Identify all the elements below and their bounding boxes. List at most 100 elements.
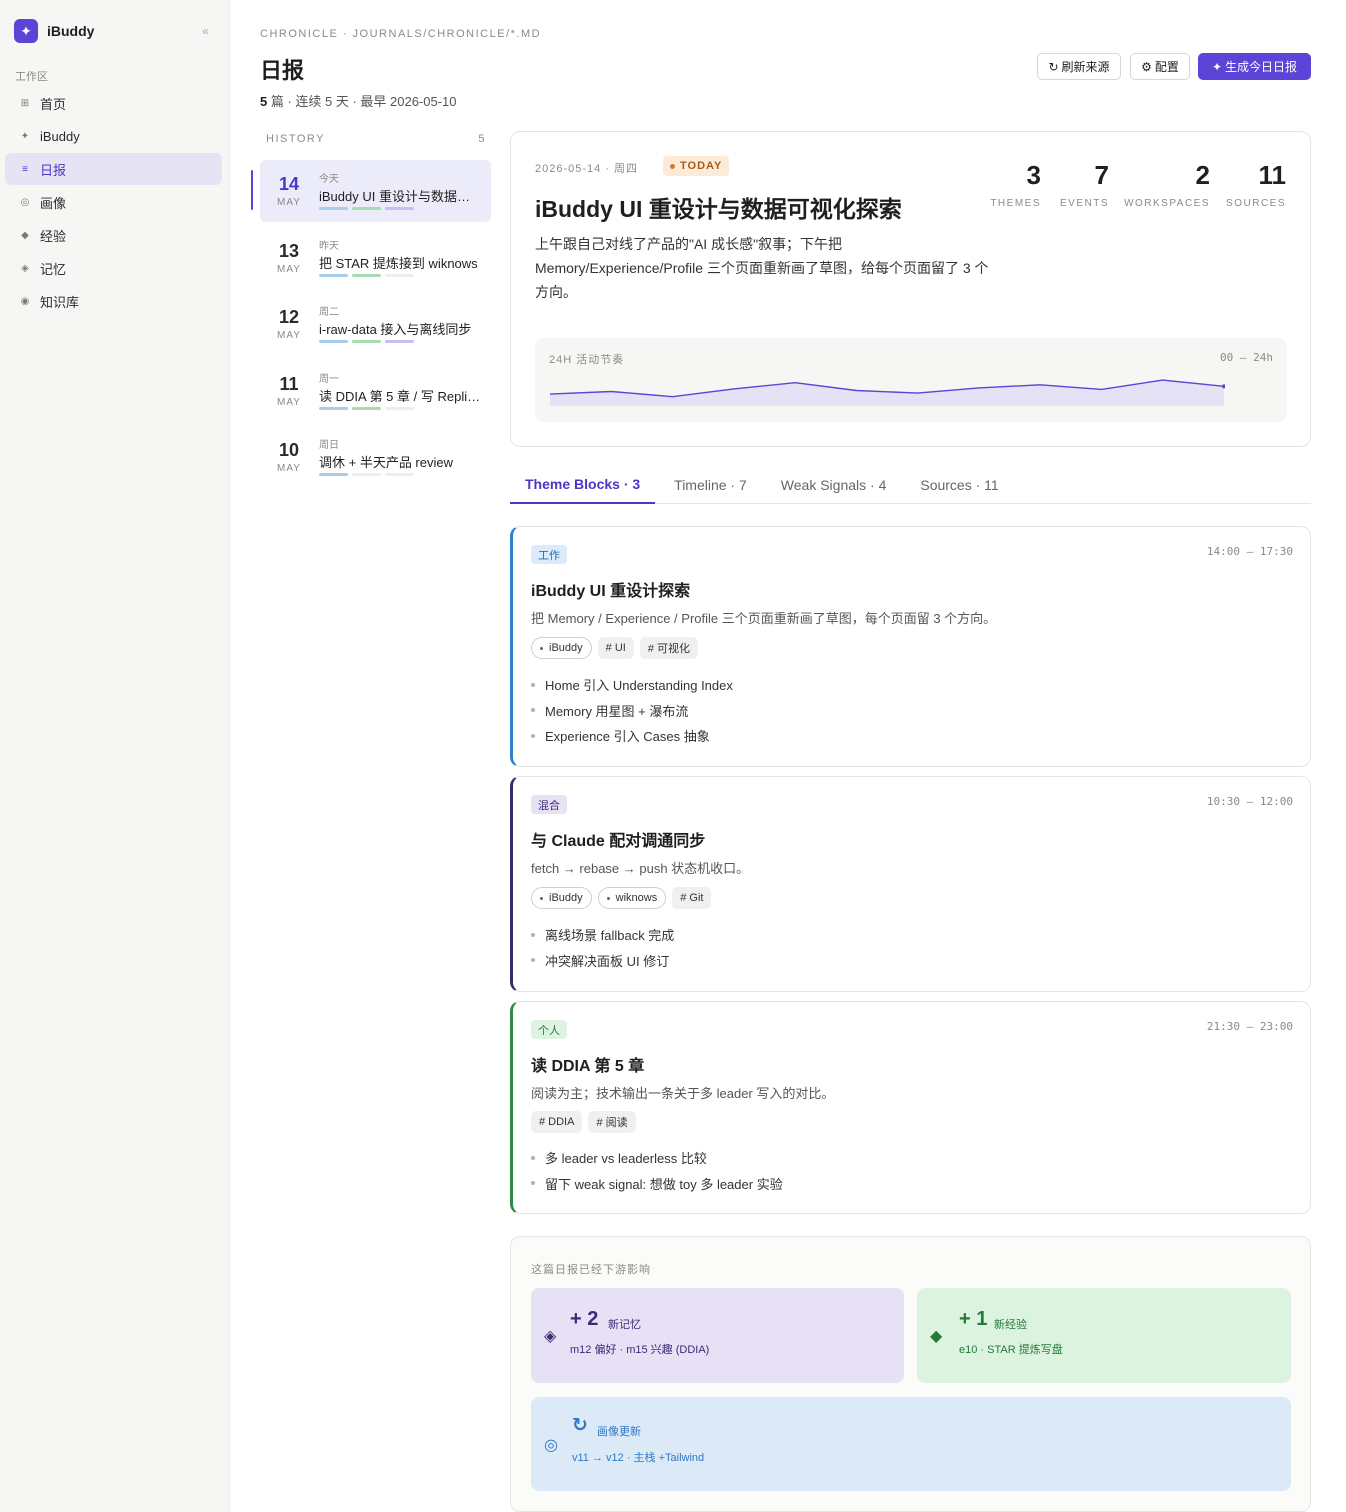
history-weekday: 周日 [319,440,339,451]
tab-weak-signals[interactable]: Weak Signals · 4 [766,466,902,504]
theme-description: 阅读为主；技术输出一条关于多 leader 写入的对比。 [531,1086,835,1101]
history-month: MAY [277,197,301,208]
new-experience-card[interactable]: ◆ + 1 新经验 e10 · STAR 提炼写盘 [917,1288,1291,1383]
tag-chip[interactable]: # 可视化 [639,637,699,659]
history-day: 14 [278,174,300,194]
new-memory-count: + 2 [570,1308,599,1330]
history-month: MAY [277,463,301,474]
theme-block[interactable]: 混合 10:30 — 12:00 与 Claude 配对调通同步 fetch → re… [510,776,1311,992]
app-logo-icon: ✦ [14,19,38,43]
generate-today-report-label: 生成今日日报 [1225,60,1298,74]
theme-description: 把 Memory / Experience / Profile 三个页面重新画了… [531,611,997,626]
config-label: 配置 [1154,60,1179,74]
page-meta-text: 篇 · 连续 5 天 · 最早 2026-05-10 [267,94,457,109]
theme-bar [385,340,414,343]
app-name: iBuddy [47,23,95,39]
generate-today-report-button[interactable]: ✦ 生成今日日报 [1198,53,1311,80]
history-theme-bars [319,473,414,476]
tag-chip[interactable]: # 阅读 [588,1111,636,1133]
history-weekday: 今天 [319,174,339,185]
stat-sources: 11 SOURCES [1226,160,1286,209]
tag-chip[interactable]: # Git [672,887,712,909]
summary-date: 2026-05-14 · 周四 [535,163,639,175]
sidebar: ✦ iBuddy « 工作区 ⊞ 首页 ✦ iBuddy ≡ 日报 ◎ 画像 ◆… [0,0,230,1512]
breadcrumb: CHRONICLE · JOURNALS/CHRONICLE/*.MD [260,28,542,40]
profile-update-detail: v11 → v12 · 主栈 +Tailwind [572,1452,705,1464]
sidebar-item-label: 知识库 [40,294,80,310]
history-title: 调休 + 半天产品 review [319,455,453,470]
sidebar-item-profile[interactable]: ◎ 画像 [5,186,222,218]
history-theme-bars [319,340,414,343]
sidebar-item-daily-report[interactable]: ≡ 日报 [5,153,222,185]
list-item: 冲突解决面板 UI 修订 [531,948,674,974]
profile-update-card[interactable]: ◎ ↻ 画像更新 v11 → v12 · 主栈 +Tailwind [531,1397,1291,1491]
new-experience-label: 新经验 [994,1319,1027,1331]
theme-block[interactable]: 工作 14:00 — 17:30 iBuddy UI 重设计探索把 Memory /… [510,526,1311,767]
theme-bar [352,207,381,210]
grid-icon: ⊞ [20,97,30,109]
tag-chip[interactable]: # DDIA [531,1111,583,1133]
summary-title: iBuddy UI 重设计与数据可视化探索 [535,196,902,222]
theme-bar [385,207,414,210]
brand[interactable]: ✦ iBuddy [14,19,94,43]
history-item[interactable]: 14 MAY 今天 iBuddy UI 重设计与数据可视化探索 [251,160,491,222]
tab-theme-blocks[interactable]: Theme Blocks · 3 [510,466,656,504]
list-item: Home 引入 Understanding Index [531,672,733,698]
activity-area [550,380,1224,406]
stat-label: WORKSPACES [1124,198,1210,209]
history-month: MAY [277,330,301,341]
history-month: MAY [277,263,301,275]
sidebar-item-memory[interactable]: ◈ 记忆 [5,252,222,284]
history-title: 读 DDIA 第 5 章 / 写 Replication [319,388,481,404]
sidebar-item-label: iBuddy [40,128,80,144]
stat-workspaces: 2 WORKSPACES [1124,160,1210,209]
stat-label: EVENTS [1059,198,1109,209]
tag-chip[interactable]: # UI [597,637,634,659]
workspace-chip[interactable]: iBuddy [531,637,592,659]
collapse-sidebar-icon[interactable]: « [202,24,209,38]
stat-value: 3 [1026,160,1041,190]
sidebar-item-experience[interactable]: ◆ 经验 [5,219,222,251]
history-item[interactable]: 12 MAY 周二 i-raw-data 接入与离线同步 [260,293,491,355]
diamond-outline-icon: ◈ [544,1328,557,1345]
sidebar-item-home[interactable]: ⊞ 首页 [5,87,222,119]
refresh-sources-button[interactable]: ↻ 刷新来源 [1037,53,1121,80]
history-item[interactable]: 13 MAY 昨天把 STAR 提炼接到 wiknows [260,227,491,289]
workspace-chip[interactable]: wiknows [597,887,667,909]
theme-bar [352,406,381,410]
history-item[interactable]: 10 MAY 周日 调休 + 半天产品 review [260,426,491,488]
sidebar-item-knowledge-base[interactable]: ◉ 知识库 [5,285,222,317]
workspace-chip[interactable]: iBuddy [531,887,592,909]
theme-bar [319,340,348,343]
history-theme-bars [319,273,414,277]
tab-timeline[interactable]: Timeline · 7 [659,466,762,504]
sidebar-nav: ⊞ 首页 ✦ iBuddy ≡ 日报 ◎ 画像 ◆ 经验 ◈ 记忆 ◉ 知识库 [5,87,222,318]
list-item: Experience 引入 Cases 抽象 [531,723,733,749]
theme-title: 与 Claude 配对调通同步 [531,833,706,850]
history-weekday: 周二 [319,307,339,318]
tab-sources[interactable]: Sources · 11 [905,466,1013,504]
theme-points: 多 leader vs leaderless 比较 留下 weak signal:… [531,1145,783,1196]
history-day: 13 [278,240,300,261]
history-month: MAY [277,396,301,408]
downstream-heading: 这篇日报已经下游影响 [531,1264,651,1276]
page-title: 日报 [260,58,305,83]
diamond-icon: ◆ [930,1328,943,1345]
downstream-impact-card: 这篇日报已经下游影响 ◈ + 2 新记忆 m12 偏好 · m15 兴趣 (DD… [510,1236,1311,1512]
config-button[interactable]: ⚙ 配置 [1130,53,1190,80]
theme-bar [352,473,381,476]
theme-bar [319,473,348,476]
sidebar-item-label: 日报 [40,162,67,178]
refresh-icon: ↻ [1048,59,1059,74]
sidebar-item-label: 画像 [40,195,67,211]
theme-points: 离线场景 fallback 完成 冲突解决面板 UI 修订 [531,922,674,973]
history-list: 14 MAY 今天 iBuddy UI 重设计与数据可视化探索 13 MAY 昨天把 STA… [251,160,491,493]
history-title: 把 STAR 提炼接到 wiknows [319,255,478,271]
target-icon: ◎ [20,196,30,208]
new-memory-label: 新记忆 [608,1319,641,1331]
history-item[interactable]: 11 MAY 周一读 DDIA 第 5 章 / 写 Replication [260,360,491,422]
activity-chart: 24H 活动节奏 00 — 24h [535,338,1287,422]
new-memory-card[interactable]: ◈ + 2 新记忆 m12 偏好 · m15 兴趣 (DDIA) [531,1288,904,1383]
theme-block[interactable]: 个人 21:30 — 23:00 读 DDIA 第 5 章阅读为主；技术输出一条关于… [510,1001,1311,1214]
sidebar-item-ibuddy[interactable]: ✦ iBuddy [5,120,222,152]
